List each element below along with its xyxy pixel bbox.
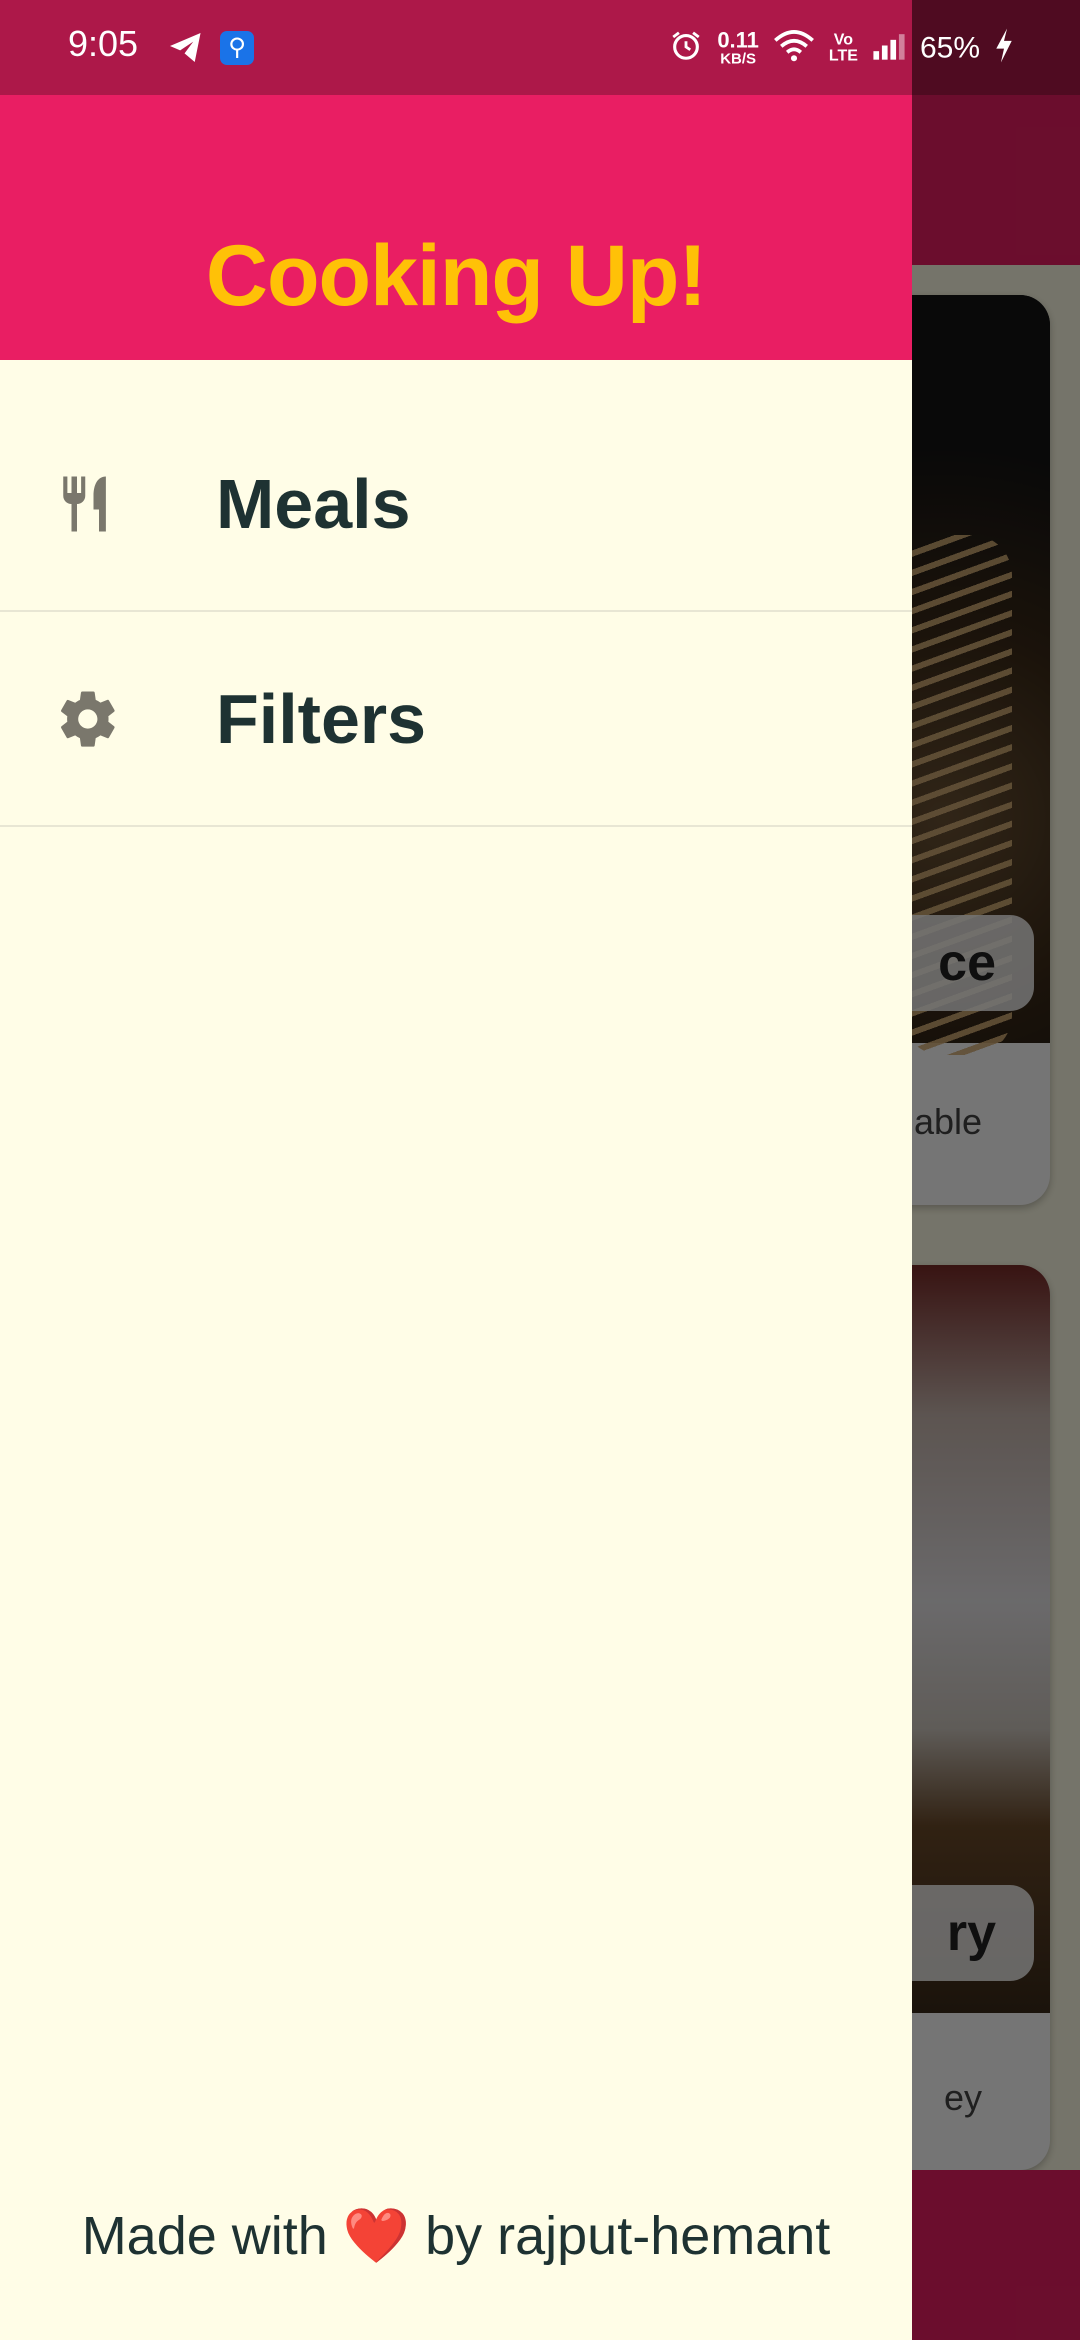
telegram-icon xyxy=(168,32,204,69)
navigation-drawer: Cooking Up! Meals Filters Made with ❤️ b… xyxy=(0,0,912,2340)
net-speed: 0.11 KB/S xyxy=(717,27,759,68)
usb-debug-icon: ⚲ xyxy=(220,31,254,65)
settings-icon xyxy=(55,686,121,752)
drawer-item-filters[interactable]: Filters xyxy=(0,612,912,827)
footer-prefix: Made with xyxy=(81,2206,328,2266)
status-bar: 9:05 ⚲ 0.11 KB/S Vo LTE 65% xyxy=(0,0,1080,95)
volte-line1: Vo xyxy=(833,31,854,48)
restaurant-icon xyxy=(55,471,121,537)
wifi-icon xyxy=(773,29,815,68)
battery-level: 65% xyxy=(919,31,980,64)
drawer-item-label: Filters xyxy=(216,679,427,758)
status-time: 9:05 xyxy=(68,23,139,64)
alarm-icon xyxy=(669,29,703,68)
drawer-item-meals[interactable]: Meals xyxy=(0,397,912,612)
footer-author: by rajput-hemant xyxy=(425,2206,831,2266)
volte-icon: Vo LTE xyxy=(829,32,858,64)
signal-icon xyxy=(872,31,906,66)
drawer-item-label: Meals xyxy=(216,464,411,543)
charging-icon xyxy=(994,28,1014,68)
drawer-header: Cooking Up! xyxy=(0,95,912,360)
status-indicators: 0.11 KB/S Vo LTE 65% xyxy=(669,27,1014,68)
net-speed-value: 0.11 xyxy=(717,27,759,53)
heart-icon: ❤️ xyxy=(342,2206,411,2266)
drawer-footer: Made with ❤️ by rajput-hemant xyxy=(0,2205,912,2268)
volte-line2: LTE xyxy=(828,47,858,64)
net-speed-unit: KB/S xyxy=(720,50,757,68)
drawer-title: Cooking Up! xyxy=(205,228,707,324)
